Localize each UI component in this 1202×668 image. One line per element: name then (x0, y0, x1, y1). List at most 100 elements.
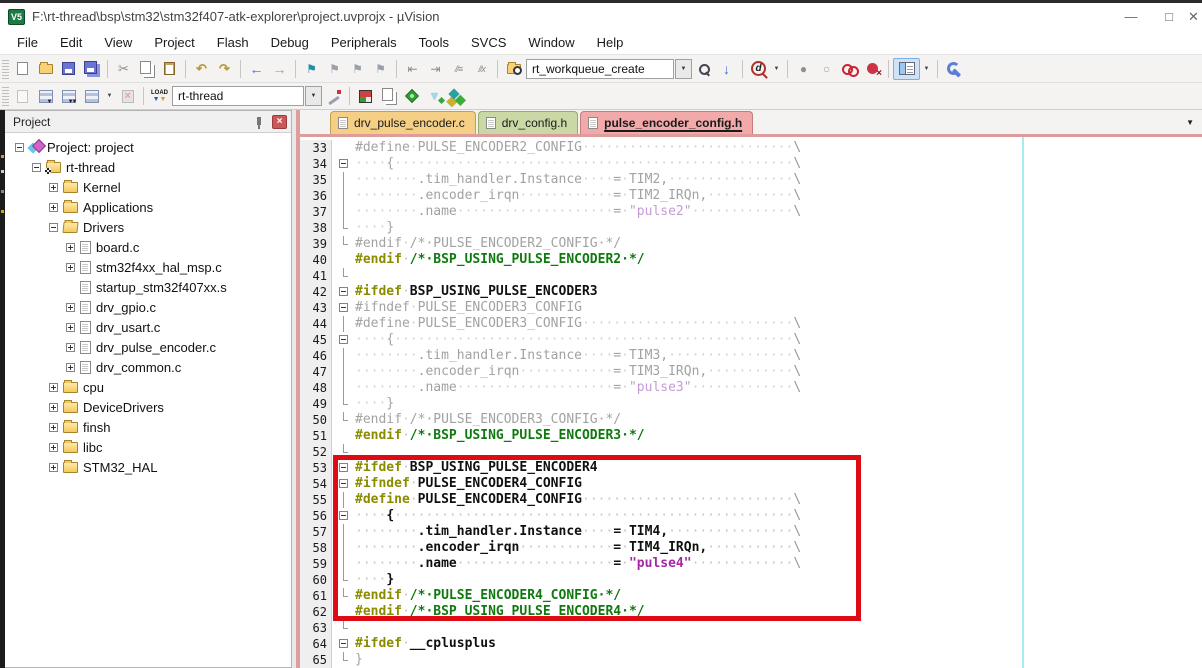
open-file-button[interactable] (34, 58, 57, 80)
tab-drv-pulse-encoder-c[interactable]: drv_pulse_encoder.c (330, 111, 476, 134)
code-line-43[interactable]: 43#ifndef·PULSE_ENCODER3_CONFIG (300, 300, 1202, 316)
stop-build-button[interactable] (116, 85, 139, 107)
tree-item-board-c[interactable]: board.c (5, 237, 291, 257)
fold-collapse-icon[interactable] (332, 156, 355, 172)
expand-icon[interactable] (66, 323, 75, 332)
code-editor[interactable]: 33#define·PULSE_ENCODER2_CONFIG·········… (300, 137, 1202, 668)
collapse-icon[interactable] (32, 163, 41, 172)
paste-button[interactable] (158, 58, 181, 80)
clear-bookmarks-button[interactable]: ⚑ (369, 58, 392, 80)
options-wand-button[interactable] (322, 85, 345, 107)
caret-dropdown[interactable]: ▼ (103, 85, 116, 107)
insert-bookmark-button[interactable]: ⚑ (300, 58, 323, 80)
multi-window-button[interactable] (377, 85, 400, 107)
filter-funnel-button[interactable]: ▼ (423, 85, 446, 107)
find-text-button[interactable] (692, 58, 715, 80)
incremental-find-button[interactable]: ↓ (715, 58, 738, 80)
tree-item-libc[interactable]: libc (5, 437, 291, 457)
tree-item-drv-usart-c[interactable]: drv_usart.c (5, 317, 291, 337)
tree-item-drivers[interactable]: Drivers (5, 217, 291, 237)
expand-icon[interactable] (49, 203, 58, 212)
indent-button[interactable]: ⇥ (424, 58, 447, 80)
code-line-49[interactable]: 49····} (300, 396, 1202, 412)
uncomment-button[interactable]: //x (470, 58, 493, 80)
code-line-41[interactable]: 41 (300, 268, 1202, 284)
unindent-button[interactable]: ⇤ (401, 58, 424, 80)
cut-button[interactable]: ✂ (112, 58, 135, 80)
menu-tools[interactable]: Tools (408, 32, 460, 53)
tree-item-drv-gpio-c[interactable]: drv_gpio.c (5, 297, 291, 317)
save-button[interactable] (57, 58, 80, 80)
batch-build-button[interactable] (80, 85, 103, 107)
code-line-65[interactable]: 65} (300, 652, 1202, 668)
expand-icon[interactable] (49, 463, 58, 472)
tree-item-drv-common-c[interactable]: drv_common.c (5, 357, 291, 377)
code-line-44[interactable]: 44#define·PULSE_ENCODER3_CONFIG·········… (300, 316, 1202, 332)
code-line-61[interactable]: 61#endif·/*·PULSE_ENCODER4_CONFIG·*/ (300, 588, 1202, 604)
close-button[interactable]: ✕ (1188, 5, 1202, 29)
fold-collapse-icon[interactable] (332, 636, 355, 652)
pack-diamond-button[interactable] (400, 85, 423, 107)
expand-icon[interactable] (66, 303, 75, 312)
code-line-47[interactable]: 47········.encoder_irqn············=·TIM… (300, 364, 1202, 380)
build-button[interactable] (34, 85, 57, 107)
code-line-50[interactable]: 50#endif·/*·PULSE_ENCODER3_CONFIG·*/ (300, 412, 1202, 428)
tree-item-devicedrivers[interactable]: DeviceDrivers (5, 397, 291, 417)
tree-item-drv-pulse-encoder-c[interactable]: drv_pulse_encoder.c (5, 337, 291, 357)
tree-item-kernel[interactable]: Kernel (5, 177, 291, 197)
translate-button[interactable] (11, 85, 34, 107)
code-line-57[interactable]: 57········.tim_handler.Instance····=·TIM… (300, 524, 1202, 540)
expand-icon[interactable] (49, 403, 58, 412)
caret-dropdown[interactable]: ▼ (770, 58, 783, 80)
panel-close-button[interactable]: × (272, 115, 287, 129)
redo-button[interactable]: ↷ (213, 58, 236, 80)
maximize-button[interactable]: □ (1150, 5, 1188, 29)
pin-icon[interactable] (254, 115, 268, 129)
tree-item-stm32-hal[interactable]: STM32_HAL (5, 457, 291, 477)
code-line-42[interactable]: 42#ifdef·BSP_USING_PULSE_ENCODER3 (300, 284, 1202, 300)
fold-collapse-icon[interactable] (332, 300, 355, 316)
code-line-58[interactable]: 58········.encoder_irqn············=·TIM… (300, 540, 1202, 556)
code-line-60[interactable]: 60····} (300, 572, 1202, 588)
tab-pulse-encoder-config-h[interactable]: pulse_encoder_config.h (580, 111, 753, 134)
menu-edit[interactable]: Edit (49, 32, 93, 53)
code-line-46[interactable]: 46········.tim_handler.Instance····=·TIM… (300, 348, 1202, 364)
breakpoint-disable-button[interactable]: ○ (815, 58, 838, 80)
expand-icon[interactable] (49, 183, 58, 192)
menu-window[interactable]: Window (517, 32, 585, 53)
expand-icon[interactable] (66, 363, 75, 372)
expand-icon[interactable] (49, 443, 58, 452)
menu-peripherals[interactable]: Peripherals (320, 32, 408, 53)
menu-svcs[interactable]: SVCS (460, 32, 517, 53)
code-line-34[interactable]: 34····{·································… (300, 156, 1202, 172)
collapse-icon[interactable] (49, 223, 58, 232)
menu-project[interactable]: Project (143, 32, 205, 53)
comment-button[interactable]: //≡ (447, 58, 470, 80)
tab-drv-config-h[interactable]: drv_config.h (478, 111, 578, 134)
caret-dropdown[interactable]: ▼ (920, 58, 933, 80)
collapse-icon[interactable] (15, 143, 24, 152)
fold-collapse-icon[interactable] (332, 284, 355, 300)
panel-splitter[interactable] (292, 110, 300, 668)
menu-file[interactable]: File (6, 32, 49, 53)
breakpoint-toggle-button[interactable]: ● (792, 58, 815, 80)
tree-item-cpu[interactable]: cpu (5, 377, 291, 397)
code-line-55[interactable]: 55#define·PULSE_ENCODER4_CONFIG·········… (300, 492, 1202, 508)
code-line-40[interactable]: 40#endif·/*·BSP_USING_PULSE_ENCODER2·*/ (300, 252, 1202, 268)
code-line-37[interactable]: 37········.name····················=·"pu… (300, 204, 1202, 220)
configure-tools-button[interactable] (942, 58, 965, 80)
breakpoint-enable-all-button[interactable] (838, 58, 861, 80)
tree-item-applications[interactable]: Applications (5, 197, 291, 217)
tree-item-rt-thread[interactable]: rt-thread (5, 157, 291, 177)
target-select-combo[interactable]: rt-thread (172, 86, 304, 106)
code-line-39[interactable]: 39#endif·/*·PULSE_ENCODER2_CONFIG·*/ (300, 236, 1202, 252)
tab-overflow-dropdown-icon[interactable]: ▼ (1186, 118, 1194, 127)
expand-icon[interactable] (66, 263, 75, 272)
code-line-64[interactable]: 64#ifdef·__cplusplus (300, 636, 1202, 652)
minimize-button[interactable]: — (1112, 5, 1150, 29)
window-layout-button[interactable] (893, 58, 920, 80)
expand-icon[interactable] (66, 343, 75, 352)
menu-view[interactable]: View (93, 32, 143, 53)
tree-item-startup-stm32f407xx-s[interactable]: startup_stm32f407xx.s (5, 277, 291, 297)
target-combo-dropdown[interactable]: ▼ (305, 86, 322, 106)
